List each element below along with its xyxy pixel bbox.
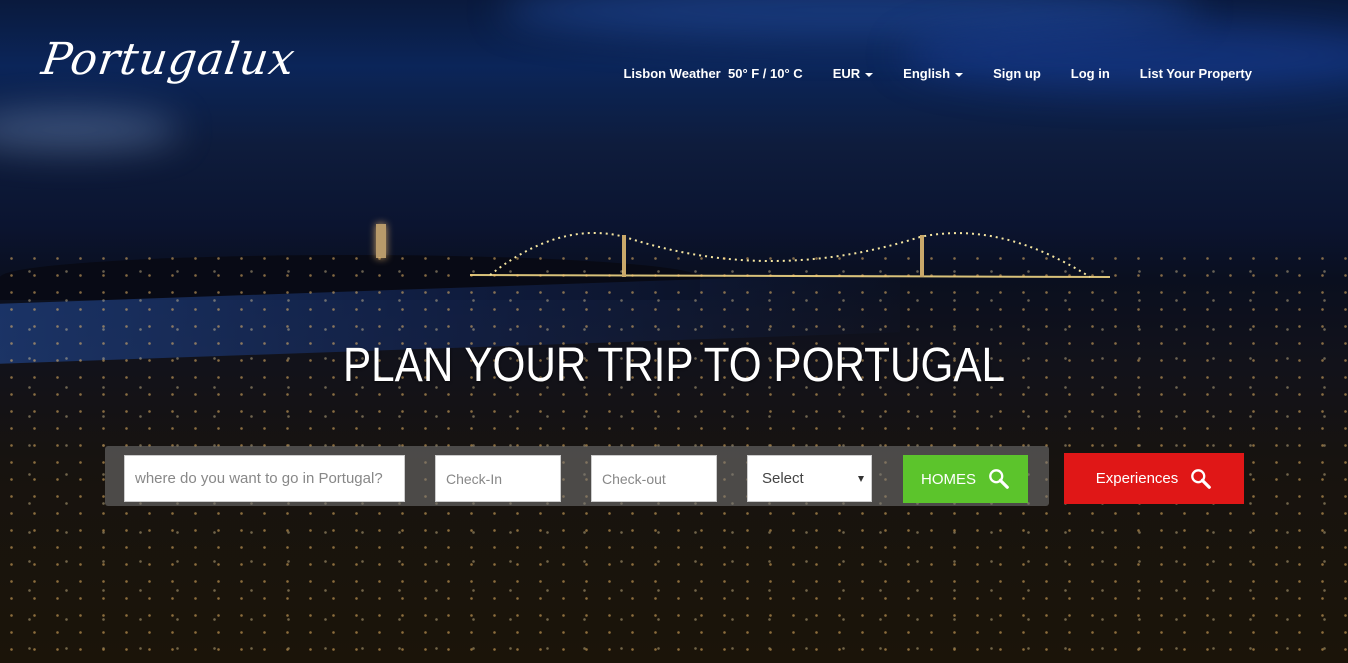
language-dropdown[interactable]: English	[903, 66, 964, 81]
experiences-button-label: Experiences	[1095, 470, 1179, 487]
weather-value: 50° F / 10° C	[727, 66, 803, 81]
currency-label: EUR	[832, 66, 861, 81]
homes-search-button[interactable]: HOMES	[903, 455, 1028, 503]
destination-input[interactable]	[124, 455, 405, 502]
top-nav: Lisbon Weather 50° F / 10° C EUR English…	[623, 66, 1252, 81]
search-icon	[1191, 468, 1212, 489]
caret-down-icon	[955, 72, 964, 77]
guests-select[interactable]: Select	[747, 455, 872, 502]
experiences-search-button[interactable]: Experiences	[1064, 453, 1244, 504]
currency-dropdown[interactable]: EUR	[832, 66, 874, 81]
cloud	[0, 110, 180, 150]
hero-background: Portugalux Lisbon Weather 50° F / 10° C …	[0, 0, 1348, 663]
login-link[interactable]: Log in	[1071, 66, 1110, 81]
signup-link[interactable]: Sign up	[993, 66, 1041, 81]
hero-headline: PLAN YOUR TRIP TO PORTUGAL	[343, 339, 1005, 392]
brand-logo[interactable]: Portugalux	[38, 34, 298, 85]
homes-button-label: HOMES	[920, 470, 976, 488]
checkin-input[interactable]	[435, 455, 561, 502]
weather-info: Lisbon Weather 50° F / 10° C	[623, 66, 802, 81]
search-icon	[989, 469, 1009, 489]
language-label: English	[903, 66, 951, 81]
caret-down-icon	[865, 72, 874, 77]
checkout-input[interactable]	[591, 455, 717, 502]
list-property-link[interactable]: List Your Property	[1140, 66, 1252, 81]
select-value: Select	[762, 470, 804, 487]
weather-label: Lisbon Weather	[623, 66, 721, 81]
dropdown-arrow-icon	[858, 476, 864, 482]
